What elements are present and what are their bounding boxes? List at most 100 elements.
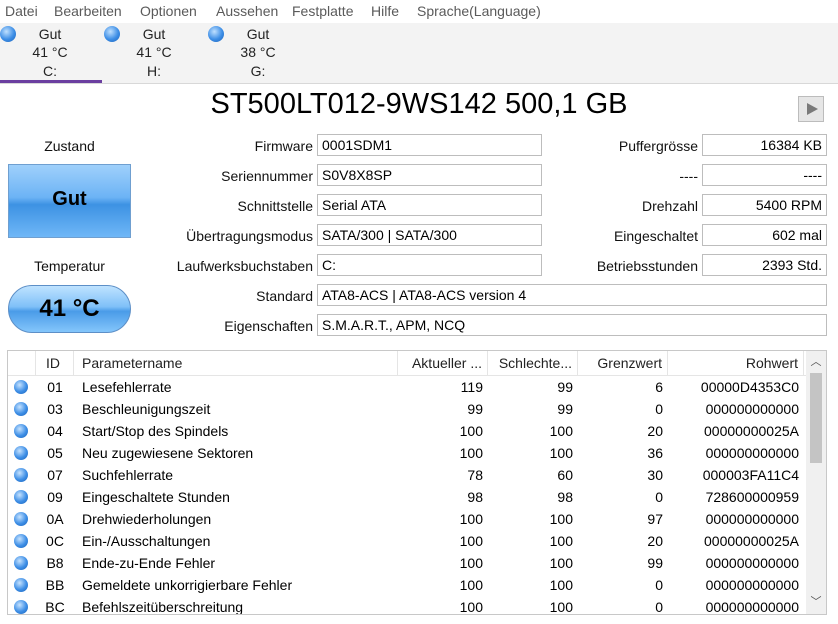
health-status-badge[interactable]: Gut [8,164,131,238]
table-row[interactable]: B8 Ende-zu-Ende Fehler 100 100 99 00000000000… [8,552,806,574]
cell-threshold: 0 [655,599,663,615]
cell-parameter-name: Ende-zu-Ende Fehler [82,555,216,571]
cell-threshold: 99 [647,555,663,571]
cell-worst: 100 [549,511,573,527]
cell-parameter-name: Suchfehlerrate [82,467,174,483]
menu-bar: Datei Bearbeiten Optionen Aussehen Festp… [0,0,838,23]
cell-parameter-name: Start/Stop des Spindels [82,423,229,439]
cell-threshold: 97 [647,511,663,527]
table-row[interactable]: 0C Ein-/Ausschaltungen 100 100 20 00000000025… [8,530,806,552]
interface-field: Serial ATA [317,194,542,216]
vertical-scrollbar[interactable]: ︿ ﹀ [806,351,826,614]
cell-worst: 100 [549,533,573,549]
table-row[interactable]: BC Befehlszeitüberschreitung 100 100 0 000000… [8,596,806,615]
buffer-size-label: Puffergrösse [618,138,698,154]
cell-raw-value: 00000D4353C0 [700,379,799,395]
cell-worst: 100 [549,555,573,571]
menu-aussehen[interactable]: Aussehen [216,3,278,19]
power-on-hours-field: 2393 Std. [702,254,827,276]
status-dot-icon [14,424,28,438]
menu-datei[interactable]: Datei [5,3,38,19]
table-row[interactable]: 04 Start/Stop des Spindels 100 100 20 0000000… [8,420,806,442]
cell-parameter-name: Gemeldete unkorrigierbare Fehler [82,577,293,593]
cell-threshold: 0 [655,489,663,505]
next-disk-button[interactable] [798,96,824,122]
table-row[interactable]: 01 Lesefehlerrate 119 99 6 00000D4353C0 [8,376,806,398]
health-label: Zustand [44,138,95,154]
drive-tab-h[interactable]: Gut 41 °C H: [104,23,204,83]
menu-hilfe[interactable]: Hilfe [371,3,399,19]
cell-id: 0C [46,533,64,549]
table-row[interactable]: 07 Suchfehlerrate 78 60 30 000003FA11C4 [8,464,806,486]
cell-id: 04 [47,423,63,439]
status-dot-icon [14,578,28,592]
status-dot-icon [14,490,28,504]
header-id[interactable]: ID [36,351,74,375]
cell-current: 78 [467,467,483,483]
drive-letters-label: Laufwerksbuchstaben [176,258,313,274]
chevron-down-icon[interactable]: ﹀ [806,593,826,611]
cell-worst: 98 [557,489,573,505]
header-current[interactable]: Aktueller ... [398,351,488,375]
cell-worst: 100 [549,423,573,439]
cell-parameter-name: Befehlszeitüberschreitung [82,599,244,615]
menu-optionen[interactable]: Optionen [140,3,197,19]
power-on-hours-label: Betriebsstunden [596,258,698,274]
blank-field: ---- [702,164,827,186]
scrollbar-thumb[interactable] [810,373,822,463]
table-row[interactable]: 09 Eingeschaltete Stunden 98 98 0 72860000095… [8,486,806,508]
cell-raw-value: 000000000000 [705,599,799,615]
menu-sprache[interactable]: Sprache(Language) [417,3,541,19]
cell-threshold: 0 [655,577,663,593]
drive-letter: C: [43,63,57,79]
cell-parameter-name: Lesefehlerrate [82,379,172,395]
cell-current: 99 [467,401,483,417]
header-status[interactable] [8,351,36,375]
header-parameter-name[interactable]: Parametername [74,351,398,375]
cell-worst: 100 [549,599,573,615]
drive-selector-bar: Gut 41 °C C: Gut 41 °C H: Gut 38 °C G: [0,23,838,84]
cell-current: 100 [459,423,483,439]
cell-parameter-name: Drehwiederholungen [82,511,212,527]
header-worst[interactable]: Schlechte... [488,351,578,375]
blank-label: ---- [679,168,698,184]
play-icon [807,103,818,115]
cell-id: BC [45,599,65,615]
drive-temperature: 41 °C [32,44,68,60]
table-row[interactable]: 05 Neu zugewiesene Sektoren 100 100 36 000000… [8,442,806,464]
rotation-rate-label: Drehzahl [641,198,698,214]
buffer-size-field: 16384 KB [702,134,827,156]
cell-parameter-name: Neu zugewiesene Sektoren [82,445,254,461]
cell-threshold: 6 [655,379,663,395]
firmware-field: 0001SDM1 [317,134,542,156]
firmware-label: Firmware [254,138,313,154]
cell-worst: 100 [549,577,573,593]
cell-worst: 99 [557,379,573,395]
drive-tab-c[interactable]: Gut 41 °C C: [0,23,102,83]
temperature-badge[interactable]: 41 °C [8,285,131,333]
table-row[interactable]: 0A Drehwiederholungen 100 100 97 000000000000 [8,508,806,530]
drive-tab-g[interactable]: Gut 38 °C G: [208,23,308,83]
cell-raw-value: 000000000000 [705,445,799,461]
header-raw-value[interactable]: Rohwert [668,351,804,375]
power-on-count-label: Eingeschaltet [613,228,698,244]
cell-threshold: 20 [647,533,663,549]
menu-bearbeiten[interactable]: Bearbeiten [54,3,122,19]
status-dot-icon [14,600,28,614]
header-threshold[interactable]: Grenzwert [578,351,668,375]
cell-id: 0A [46,511,64,527]
table-row[interactable]: BB Gemeldete unkorrigierbare Fehler 100 100… [8,574,806,596]
drive-letter: H: [147,63,161,79]
chevron-up-icon[interactable]: ︿ [806,353,826,371]
cell-raw-value: 00000000025A [704,533,799,549]
cell-raw-value: 000003FA11C4 [702,467,799,483]
cell-current: 100 [459,599,483,615]
interface-label: Schnittstelle [237,198,313,214]
cell-id: 09 [47,489,63,505]
table-row[interactable]: 03 Beschleunigungszeit 99 99 0 000000000000 [8,398,806,420]
cell-parameter-name: Eingeschaltete Stunden [82,489,230,505]
menu-festplatte[interactable]: Festplatte [292,3,353,19]
features-label: Eigenschaften [224,318,313,334]
cell-id: BB [45,577,65,593]
cell-current: 100 [459,511,483,527]
